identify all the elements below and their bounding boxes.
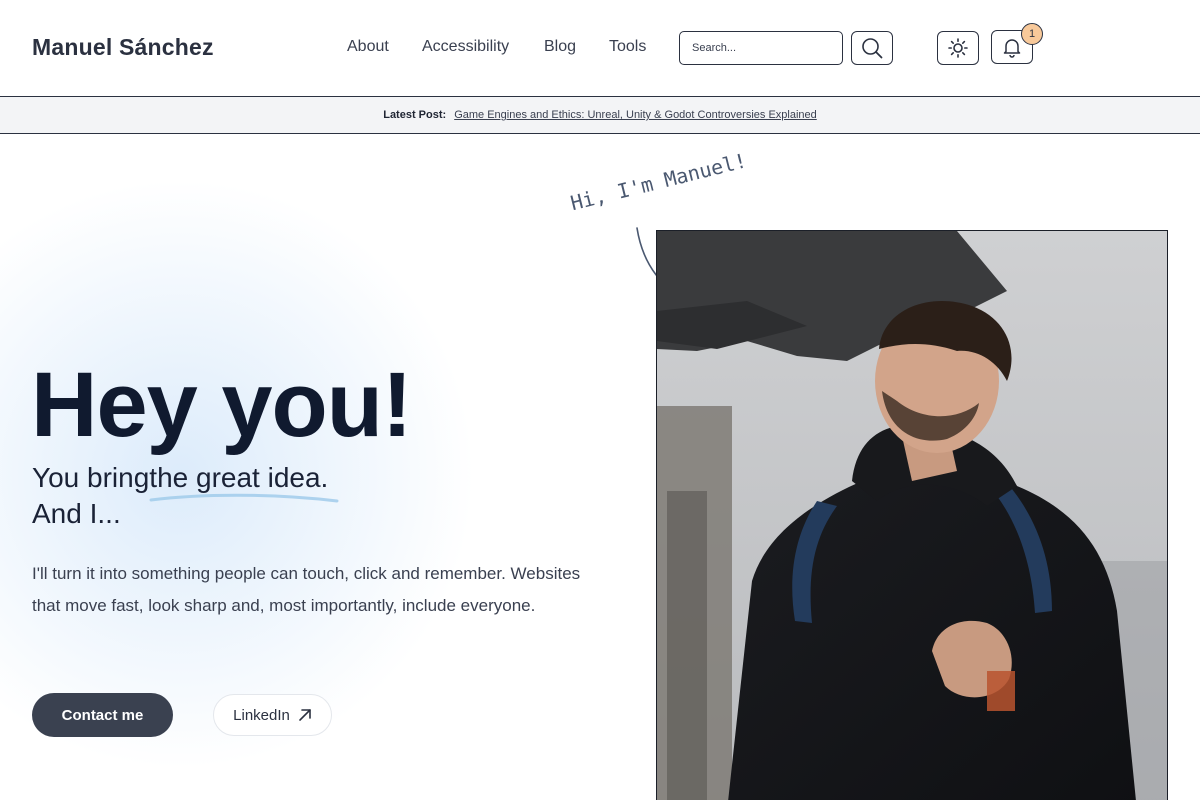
hero-section: Hey you! You bringthe great idea. And I.… — [0, 134, 1200, 800]
hero-subtitle-highlight: the great idea. — [149, 460, 339, 503]
nav-item-accessibility[interactable]: Accessibility — [422, 38, 509, 56]
greeting-annotation: Hi, I'm Manuel! — [568, 148, 750, 216]
portrait-photo — [656, 230, 1168, 800]
search-input[interactable] — [679, 31, 843, 65]
nav-item-about[interactable]: About — [347, 38, 389, 56]
latest-post-bar: Latest Post: Game Engines and Ethics: Un… — [0, 96, 1200, 134]
external-arrow-icon — [299, 709, 311, 721]
hero-subtitle: You bringthe great idea. And I... — [32, 460, 339, 532]
notification-count-badge: 1 — [1021, 23, 1043, 45]
linkedin-button[interactable]: LinkedIn — [213, 694, 332, 736]
hero-subtitle-start: You bring — [32, 462, 150, 493]
site-logo[interactable]: Manuel Sánchez — [32, 34, 214, 61]
site-header: Manuel Sánchez About Accessibility Blog … — [0, 0, 1200, 96]
search-button[interactable] — [851, 31, 893, 65]
bell-icon — [1003, 39, 1021, 58]
sun-icon — [948, 38, 968, 58]
theme-toggle-button[interactable] — [937, 31, 979, 65]
nav-item-blog[interactable]: Blog — [544, 38, 576, 56]
linkedin-button-label: LinkedIn — [233, 706, 290, 724]
latest-post-label: Latest Post: — [383, 109, 447, 121]
hero-title: Hey you! — [31, 354, 413, 456]
search-icon — [862, 38, 883, 59]
brush-underline — [149, 493, 339, 503]
hero-subtitle-highlight-text: the great idea. — [149, 462, 329, 493]
contact-button[interactable]: Contact me — [32, 693, 173, 737]
latest-post-link[interactable]: Game Engines and Ethics: Unreal, Unity &… — [454, 109, 817, 121]
nav-item-tools[interactable]: Tools — [609, 38, 646, 56]
hero-description: I'll turn it into something people can t… — [32, 564, 581, 615]
